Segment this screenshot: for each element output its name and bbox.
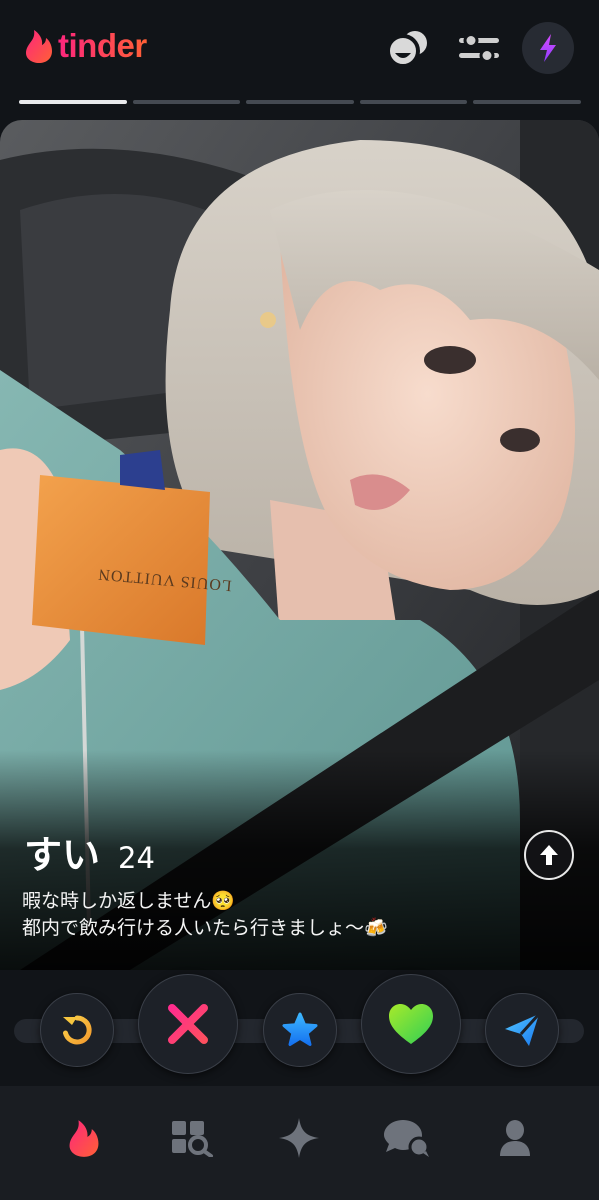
nav-messages[interactable] xyxy=(377,1108,437,1168)
photo-indicator xyxy=(19,100,581,105)
paper-plane-icon xyxy=(505,1012,541,1046)
x-icon xyxy=(168,1004,208,1044)
bottom-nav xyxy=(0,1086,599,1200)
sparkle-icon xyxy=(279,1118,320,1158)
star-icon xyxy=(282,1012,318,1046)
top-bar: tinder xyxy=(0,0,599,96)
flame-logo-icon xyxy=(26,30,52,63)
nav-discover[interactable] xyxy=(54,1108,114,1168)
lightning-bolt-icon xyxy=(540,34,556,62)
profile-bio: 暇な時しか返しません🥺 都内で飲み行ける人いたら行きましょ〜🍻 xyxy=(22,888,582,942)
arrow-up-icon xyxy=(540,845,558,865)
double-date-icon xyxy=(386,31,427,68)
boost-button[interactable] xyxy=(522,22,574,74)
nope-button[interactable] xyxy=(138,974,238,1074)
flame-icon xyxy=(69,1120,99,1157)
photo-indicator-segment[interactable] xyxy=(246,100,354,104)
tinder-logo[interactable]: tinder xyxy=(24,26,147,66)
like-button[interactable] xyxy=(361,974,461,1074)
super-like-button[interactable] xyxy=(263,993,337,1067)
photo-indicator-segment[interactable] xyxy=(132,100,241,104)
photo-indicator-segment[interactable] xyxy=(19,100,127,104)
open-profile-button[interactable] xyxy=(524,830,574,880)
profile-name: すい xyxy=(24,833,101,877)
profile-age: 24 xyxy=(118,841,155,875)
profile-header[interactable]: すい 24 xyxy=(24,831,155,880)
bio-line: 暇な時しか返しません🥺 xyxy=(22,890,236,912)
grid-search-icon xyxy=(171,1121,213,1157)
bio-line: 都内で飲み行ける人いたら行きましょ〜🍻 xyxy=(22,917,388,939)
rewind-icon xyxy=(63,1015,92,1045)
heart-icon xyxy=(389,1004,433,1044)
nav-explore[interactable] xyxy=(162,1108,222,1168)
nav-gold[interactable] xyxy=(269,1108,329,1168)
nav-profile[interactable] xyxy=(485,1108,545,1168)
person-icon xyxy=(500,1120,531,1156)
sliders-icon xyxy=(459,33,499,63)
chat-bubbles-icon xyxy=(384,1120,430,1158)
photo-indicator-segment[interactable] xyxy=(473,100,581,104)
super-message-button[interactable] xyxy=(485,993,559,1067)
rewind-button[interactable] xyxy=(40,993,114,1067)
tinder-wordmark: tinder xyxy=(58,27,147,64)
double-date-button[interactable] xyxy=(383,22,435,74)
filters-button[interactable] xyxy=(453,22,505,74)
photo-indicator-segment[interactable] xyxy=(359,100,468,104)
